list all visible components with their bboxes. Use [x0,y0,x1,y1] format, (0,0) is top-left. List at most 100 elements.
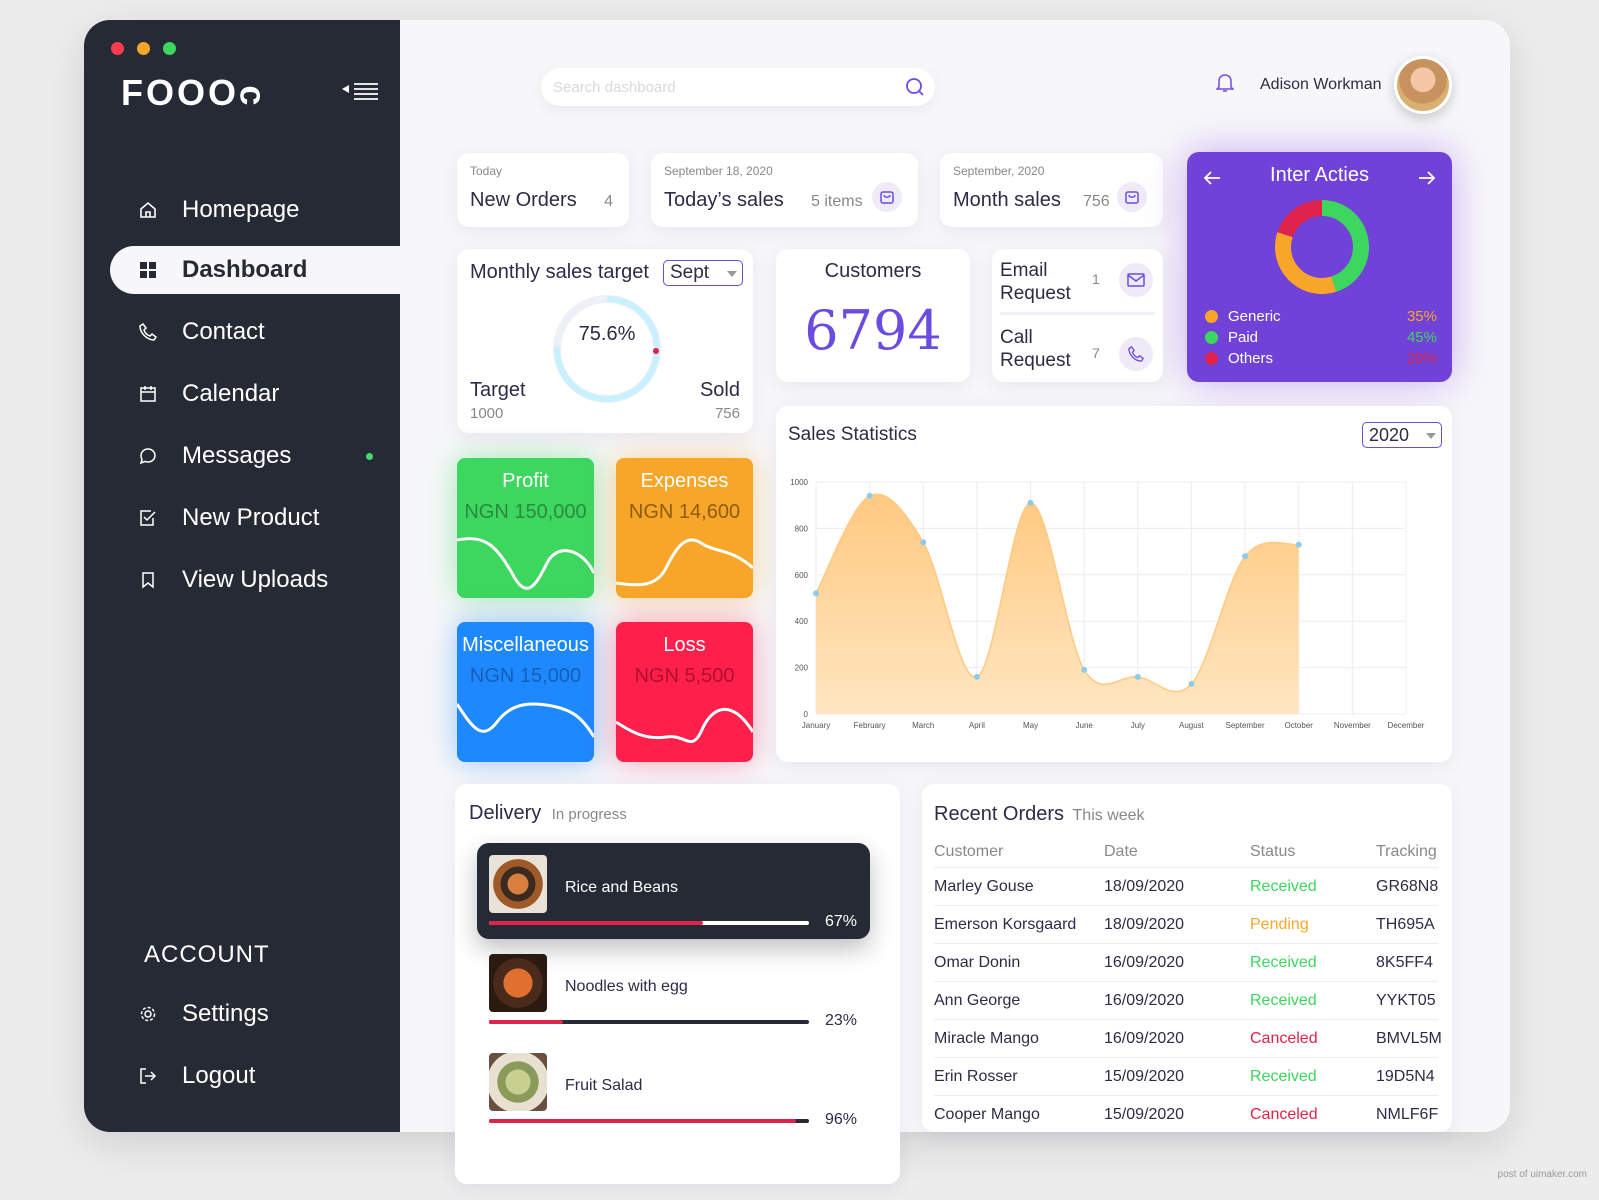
loss-card[interactable]: Loss NGN 5,500 [616,622,753,762]
customers-value: 6794 [804,299,942,362]
cell-tracking: YYKT05 [1376,991,1436,1009]
x-tick-label: June [1076,721,1094,730]
sales-statistics-card: Sales Statistics 2020 January February Mar… [776,406,1452,762]
cell-customer: Miracle Mango [934,1029,1039,1047]
cell-tracking: 8K5FF4 [1376,953,1433,971]
sidebar-item-logout[interactable]: Logout [110,1052,400,1100]
minimize-dot[interactable] [137,42,150,55]
calendar-icon [136,382,160,406]
table-row[interactable]: Omar Donin 16/09/2020 Received 8K5FF4 [934,944,1438,982]
ring-marker [653,348,659,354]
x-tick-label: September [1226,721,1265,730]
delivery-item[interactable]: Rice and Beans 67% [477,843,870,939]
year-select[interactable]: 2020 [1362,422,1442,448]
month-sales-card: September, 2020 Month sales 756 [940,153,1163,227]
cell-status: Received [1250,877,1317,895]
chevron-down-icon [727,264,737,282]
legend-label: Others [1228,350,1274,367]
profit-card[interactable]: Profit NGN 150,000 [457,458,594,598]
user-profile[interactable]: Adison Workman [1215,56,1452,114]
delivery-item[interactable]: Fruit Salad 96% [477,1041,870,1137]
cell-date: 15/09/2020 [1104,1067,1185,1085]
delivery-item[interactable]: Noodles with egg 23% [477,942,870,1038]
misc-sparkline [457,702,594,738]
legend-item: Paid 45% [1205,327,1437,348]
email-request-value: 1 [1092,271,1100,287]
arrow-right-icon[interactable] [1418,170,1436,191]
grid-icon [136,258,160,282]
target-label: Target [470,379,526,401]
column-header[interactable]: Status [1250,843,1376,861]
collapse-menu-icon[interactable] [342,82,380,107]
legend-item: Others 20% [1205,348,1437,369]
sales-chart: January February March April May June July Augu… [790,478,1425,730]
cell-date: 18/09/2020 [1104,915,1185,933]
y-tick-label: 400 [795,617,809,626]
email-request-label-line1: Email [1000,260,1048,281]
column-header[interactable]: Tracking [1376,843,1438,861]
cell-status: Canceled [1250,1105,1318,1123]
search-input[interactable] [553,68,883,106]
data-point[interactable] [1188,680,1195,687]
table-row[interactable]: Ann George 16/09/2020 Received YYKT05 [934,982,1438,1020]
sidebar-item-messages[interactable]: Messages [110,432,400,480]
data-point[interactable] [866,492,873,499]
delivery-item-percent: 96% [825,1111,858,1128]
bag-icon[interactable] [1117,182,1147,212]
bell-icon[interactable] [1215,73,1235,98]
x-tick-label: March [912,721,934,730]
sidebar-item-calendar[interactable]: Calendar [110,370,400,418]
gear-icon [136,1002,160,1026]
sidebar-item-settings[interactable]: Settings [110,990,400,1038]
todays-sales-caption: September 18, 2020 [664,164,773,178]
data-point[interactable] [1295,541,1302,548]
sidebar-item-label: Contact [182,318,265,345]
expenses-card[interactable]: Expenses NGN 14,600 [616,458,753,598]
sidebar-item-new-product[interactable]: New Product [110,494,400,542]
maximize-dot[interactable] [163,42,176,55]
table-row[interactable]: Emerson Korsgaard 18/09/2020 Pending TH695A [934,906,1438,944]
close-dot[interactable] [111,42,124,55]
table-row[interactable]: Marley Gouse 18/09/2020 Received GR68N8 [934,868,1438,906]
customers-card: Customers 6794 [776,249,970,382]
table-row[interactable]: Miracle Mango 16/09/2020 Canceled BMVL5M [934,1020,1442,1058]
target-percent: 75.6% [578,323,636,345]
legend-dot [1205,310,1218,323]
data-point[interactable] [1242,553,1249,560]
column-header[interactable]: Date [1104,843,1250,861]
sidebar-item-view-uploads[interactable]: View Uploads [110,556,400,604]
legend-value: 45% [1406,329,1437,346]
inter-acties-title: Inter Acties [1270,164,1369,186]
sidebar-item-label: Calendar [182,380,280,407]
sidebar-item-label: Messages [182,442,292,469]
food-image [489,1053,547,1111]
cell-customer: Emerson Korsgaard [934,915,1077,933]
data-point[interactable] [1027,499,1034,506]
sidebar-item-contact[interactable]: Contact [110,308,400,356]
phone-icon[interactable] [1119,337,1153,371]
avatar[interactable] [1393,56,1452,114]
miscellaneous-card[interactable]: Miscellaneous NGN 15,000 [457,622,594,762]
delivery-subtitle: In progress [551,806,627,823]
column-header[interactable]: Customer [934,843,1104,861]
sidebar-item-homepage[interactable]: Homepage [110,186,400,234]
table-row[interactable]: Erin Rosser 15/09/2020 Received 19D5N4 [934,1058,1438,1096]
data-point[interactable] [1081,666,1088,673]
bag-icon[interactable] [872,182,902,212]
data-point[interactable] [1134,673,1141,680]
todays-sales-value: 5 items [811,193,863,210]
data-point[interactable] [813,590,819,597]
data-point[interactable] [920,539,927,546]
progress-fill [489,1119,797,1123]
data-point[interactable] [973,673,980,680]
sidebar-item-label: New Product [182,504,320,531]
mail-icon[interactable] [1119,263,1153,297]
month-select[interactable]: Sept [663,260,743,286]
profit-title: Profit [502,470,549,492]
x-tick-label: April [969,721,985,730]
sidebar-item-dashboard[interactable]: Dashboard [110,246,400,294]
checkbox-icon [136,506,160,530]
table-row[interactable]: Cooper Mango 15/09/2020 Canceled NMLF6F [934,1096,1438,1132]
y-tick-label: 800 [795,524,809,533]
search-icon[interactable] [905,77,925,102]
